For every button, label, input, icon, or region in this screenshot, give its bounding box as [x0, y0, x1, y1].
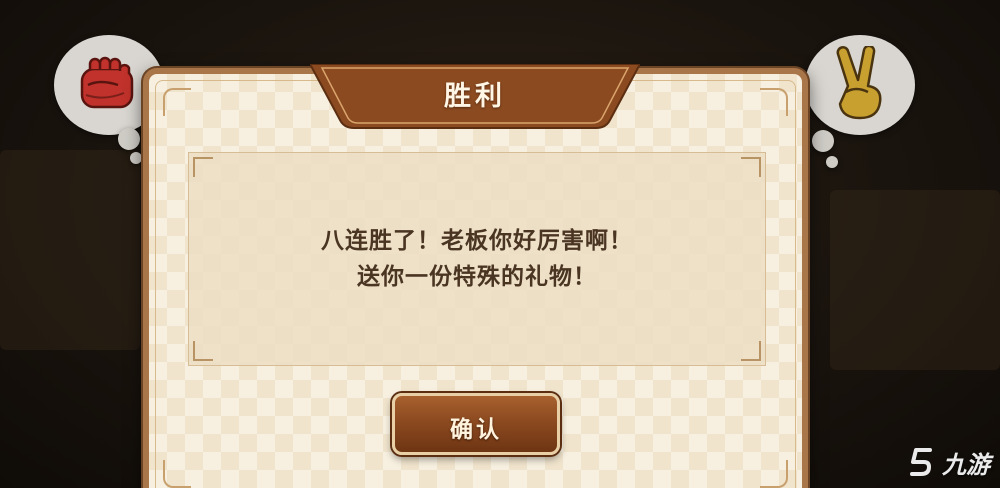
watermark-text: 九游: [942, 451, 990, 479]
background-furniture: [0, 150, 140, 350]
victory-hand-icon: [836, 46, 882, 120]
panel-corner: [193, 157, 213, 177]
panel-corner: [741, 341, 761, 361]
game-scene: 胜利 八连胜了！老板你好厉害啊！ 送你一份特殊的礼物！ 确认 九游: [0, 0, 1000, 488]
bubble-dot: [118, 128, 140, 150]
corner-ornament: [163, 88, 191, 116]
watermark-logo-icon: [910, 447, 932, 476]
watermark: 九游: [908, 445, 990, 480]
bubble-dot: [130, 152, 142, 164]
bubble-dot: [812, 130, 834, 152]
message-line-2: 送你一份特殊的礼物！: [357, 264, 597, 290]
corner-ornament: [163, 460, 191, 488]
confirm-button-label: 确认: [450, 417, 502, 443]
corner-ornament: [760, 460, 788, 488]
message-line-1: 八连胜了！老板你好厉害啊！: [321, 228, 633, 254]
corner-ornament: [760, 88, 788, 116]
fist-icon: [80, 56, 134, 109]
panel-corner: [741, 157, 761, 177]
background-furniture: [830, 190, 1000, 370]
bubble-dot: [826, 156, 838, 168]
confirm-button[interactable]: 确认: [392, 393, 560, 455]
panel-corner: [193, 341, 213, 361]
dialog-title: 胜利: [444, 81, 506, 112]
message-panel: 八连胜了！老板你好厉害啊！ 送你一份特殊的礼物！: [188, 152, 766, 366]
